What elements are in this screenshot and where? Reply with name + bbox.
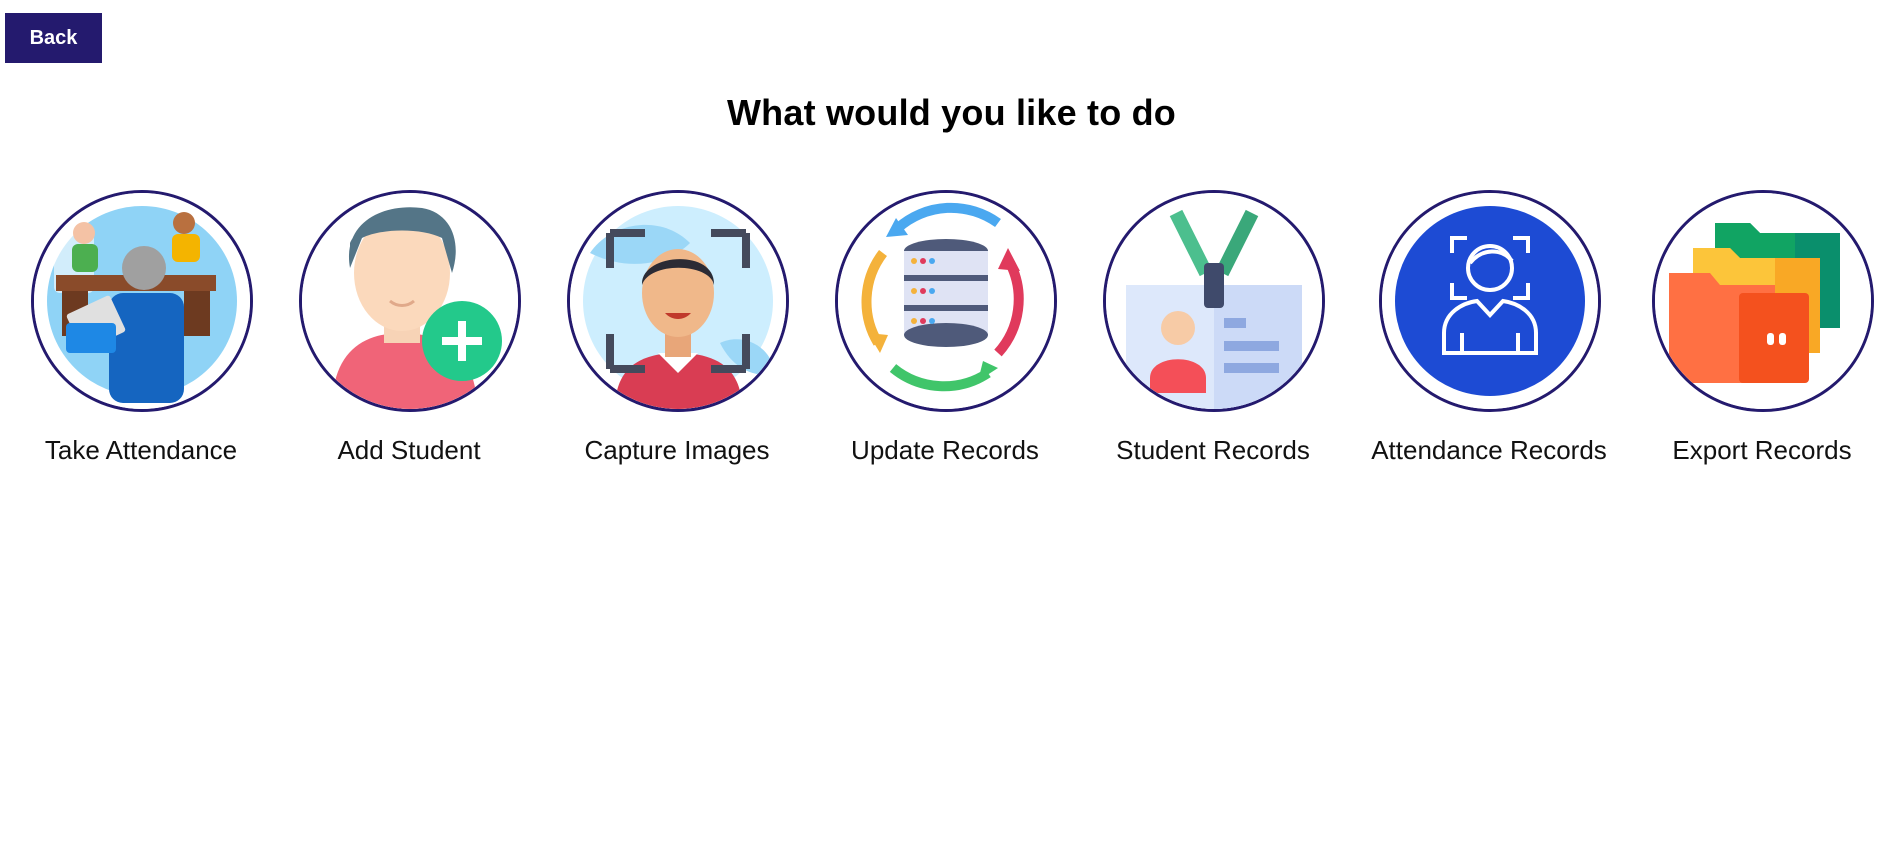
- face-scan-user-icon: [1382, 193, 1598, 409]
- attendance-records-button[interactable]: [1379, 190, 1601, 412]
- add-student-icon: [302, 193, 518, 409]
- update-records-button[interactable]: [835, 190, 1057, 412]
- page-title: What would you like to do: [727, 92, 1176, 133]
- update-records-label: Update Records: [851, 435, 1039, 465]
- id-badge-icon: [1106, 193, 1322, 409]
- capture-images-tile[interactable]: Capture Images: [542, 190, 812, 480]
- student-records-button[interactable]: [1103, 190, 1325, 412]
- update-records-tile[interactable]: Update Records: [810, 190, 1080, 480]
- database-sync-icon: [838, 193, 1054, 409]
- folders-icon: [1655, 193, 1871, 409]
- attendance-records-tile[interactable]: Attendance Records: [1354, 190, 1624, 480]
- add-student-label: Add Student: [337, 435, 481, 465]
- export-records-button[interactable]: [1652, 190, 1874, 412]
- student-records-label: Student Records: [1116, 435, 1310, 465]
- add-student-tile[interactable]: Add Student: [274, 190, 544, 480]
- export-records-tile[interactable]: Export Records: [1627, 190, 1883, 480]
- take-attendance-button[interactable]: [31, 190, 253, 412]
- action-grid: Take Attendance Add Student Capture Imag…: [0, 190, 1883, 480]
- take-attendance-tile[interactable]: Take Attendance: [6, 190, 276, 480]
- export-records-label: Export Records: [1672, 435, 1852, 465]
- face-capture-icon: [570, 193, 786, 409]
- app-window: Back What would you like to do Take Atte…: [0, 0, 1883, 867]
- back-button[interactable]: Back: [5, 13, 102, 63]
- attendance-records-label: Attendance Records: [1371, 435, 1607, 465]
- take-attendance-label: Take Attendance: [44, 435, 238, 465]
- student-records-tile[interactable]: Student Records: [1078, 190, 1348, 480]
- capture-images-label: Capture Images: [584, 435, 770, 465]
- classroom-attendance-icon: [34, 193, 250, 409]
- capture-images-button[interactable]: [567, 190, 789, 412]
- add-student-button[interactable]: [299, 190, 521, 412]
